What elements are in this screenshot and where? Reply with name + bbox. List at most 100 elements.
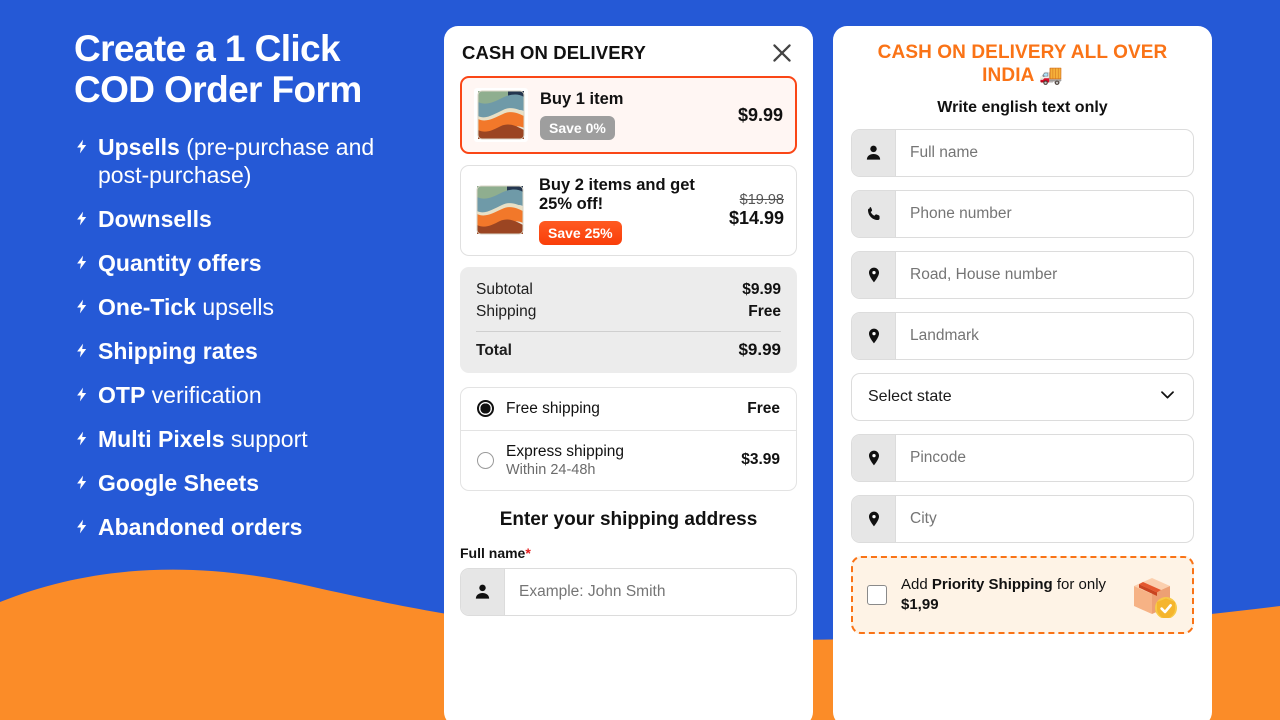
offer-price-current: $14.99: [728, 207, 784, 228]
priority-shipping-upsell[interactable]: Add Priority Shipping for only $1,99: [851, 555, 1194, 634]
priority-shipping-text: Add Priority Shipping for only $1,99: [901, 575, 1114, 615]
promo-feature-label: One-Tick upsells: [98, 294, 274, 321]
state-select[interactable]: Select state: [851, 372, 1194, 421]
bolt-icon: [74, 208, 89, 229]
shipping-method-name: Free shipping: [506, 399, 600, 417]
required-asterisk: *: [525, 544, 531, 561]
summary-row-subtotal: Subtotal $9.99: [476, 279, 781, 301]
shipping-value: Free: [748, 302, 781, 320]
offer-option[interactable]: Buy 2 items and get 25% off! Save 25% $19.…: [460, 165, 797, 256]
offer-savings-badge: Save 25%: [539, 220, 622, 245]
cod-card-header: CASH ON DELIVERY: [444, 26, 813, 76]
priority-text-before: Add: [901, 575, 932, 593]
offer-savings-badge: Save 0%: [540, 115, 615, 140]
promo-feature-item: Google Sheets: [74, 469, 424, 497]
fullname-label-text: Full name: [460, 544, 526, 561]
close-icon[interactable]: [769, 40, 795, 66]
cod-card-title: CASH ON DELIVERY: [462, 42, 646, 63]
form-field-row[interactable]: [851, 494, 1194, 543]
shipping-method-option[interactable]: Express shipping Within 24-48h $3.99: [461, 429, 796, 490]
form-field-row[interactable]: [851, 189, 1194, 238]
offer-details: Buy 2 items and get 25% off! Save 25%: [539, 176, 717, 245]
india-form-fields: Select state: [833, 117, 1212, 543]
page-title: Create a 1 Click COD Order Form: [74, 28, 362, 111]
bolt-icon: [74, 296, 89, 317]
promo-feature-label: Abandoned orders: [98, 514, 303, 541]
offer-list: Buy 1 item Save 0% $9.99 Buy 2 items and g…: [444, 76, 813, 256]
promo-feature-item: One-Tick upsells: [74, 293, 424, 321]
subtotal-label: Subtotal: [476, 280, 533, 298]
product-thumbnail-image: [474, 88, 528, 142]
text-input[interactable]: [896, 495, 1193, 542]
state-select-label: Select state: [868, 387, 952, 405]
form-field-row[interactable]: [851, 433, 1194, 482]
india-fields-top-group: [851, 128, 1194, 360]
bolt-icon: [74, 472, 89, 493]
subtotal-value: $9.99: [742, 280, 781, 298]
text-input[interactable]: [896, 190, 1193, 237]
chevron-down-icon: [1158, 385, 1177, 409]
bolt-icon: [74, 136, 89, 157]
shipping-method-list: Free shipping Free Express shipping Within …: [460, 386, 797, 491]
form-field-row[interactable]: [851, 311, 1194, 360]
summary-divider: [476, 330, 781, 332]
fullname-input-row[interactable]: [460, 567, 797, 616]
total-label: Total: [476, 341, 512, 359]
india-cod-form-card: CASH ON DELIVERY ALL OVER INDIA 🚚 Write …: [833, 26, 1212, 720]
form-field-row[interactable]: [851, 250, 1194, 299]
person-icon: [852, 129, 896, 176]
promo-feature-label: Downsells: [98, 205, 212, 232]
priority-text-bold: Priority Shipping: [931, 575, 1053, 593]
person-icon: [461, 568, 505, 615]
india-card-subtitle: Write english text only: [937, 98, 1108, 116]
bolt-icon: [74, 516, 89, 537]
form-field-row[interactable]: [851, 128, 1194, 177]
promo-feature-label: Google Sheets: [98, 470, 260, 497]
bolt-icon: [74, 384, 89, 405]
offer-price: $9.99: [738, 105, 783, 126]
india-card-header: CASH ON DELIVERY ALL OVER INDIA 🚚 Write …: [833, 26, 1212, 117]
location-pin-icon: [852, 495, 896, 542]
location-pin-icon: [852, 312, 896, 359]
offer-price: $19.98 $14.99: [729, 192, 784, 229]
shipping-method-price: Free: [747, 399, 780, 417]
shipping-address-heading: Enter your shipping address: [499, 508, 758, 530]
shipping-radio[interactable]: [477, 451, 494, 469]
offer-option[interactable]: Buy 1 item Save 0% $9.99: [460, 76, 797, 154]
shipping-radio[interactable]: [477, 400, 494, 418]
text-input[interactable]: [896, 312, 1193, 359]
offer-details: Buy 1 item Save 0%: [540, 90, 726, 140]
text-input[interactable]: [896, 129, 1193, 176]
fullname-input[interactable]: [505, 568, 796, 615]
promo-feature-label: Shipping rates: [98, 338, 258, 365]
priority-text-middle: for only: [1052, 575, 1107, 593]
summary-row-shipping: Shipping Free: [476, 301, 781, 323]
product-thumbnail: [473, 183, 527, 238]
cash-on-delivery-card: CASH ON DELIVERY Buy 1 item Save 0% $9.99 …: [444, 26, 813, 720]
bolt-icon: [74, 252, 89, 273]
shipping-method-option[interactable]: Free shipping Free: [461, 388, 796, 430]
promo-feature-item: Upsells (pre-purchase and post-purchase): [74, 133, 424, 189]
promo-feature-list: Upsells (pre-purchase and post-purchase)…: [74, 133, 424, 541]
promo-feature-item: OTP verification: [74, 381, 424, 409]
shipping-label: Shipping: [476, 302, 537, 320]
promo-feature-label: OTP verification: [98, 382, 262, 409]
promo-panel: Create a 1 Click COD Order Form Upsells …: [0, 0, 444, 720]
shipping-method-price: $3.99: [741, 451, 780, 469]
promo-feature-item: Shipping rates: [74, 337, 424, 365]
product-thumbnail: [474, 88, 528, 142]
total-value: $9.99: [738, 339, 781, 359]
text-input[interactable]: [896, 251, 1193, 298]
promo-feature-item: Quantity offers: [74, 249, 424, 277]
promo-feature-item: Multi Pixels support: [74, 425, 424, 453]
fullname-field-label: Full name*: [444, 545, 813, 568]
order-summary: Subtotal $9.99 Shipping Free Total $9.99: [460, 266, 797, 373]
text-input[interactable]: [896, 434, 1193, 481]
priority-shipping-checkbox[interactable]: [867, 584, 887, 605]
location-pin-icon: [852, 251, 896, 298]
package-shield-icon: [1128, 572, 1178, 618]
offer-name: Buy 2 items and get 25% off!: [539, 176, 695, 214]
promo-feature-label: Upsells (pre-purchase and post-purchase): [98, 133, 375, 188]
location-pin-icon: [852, 434, 896, 481]
promo-feature-label: Multi Pixels support: [98, 426, 308, 453]
